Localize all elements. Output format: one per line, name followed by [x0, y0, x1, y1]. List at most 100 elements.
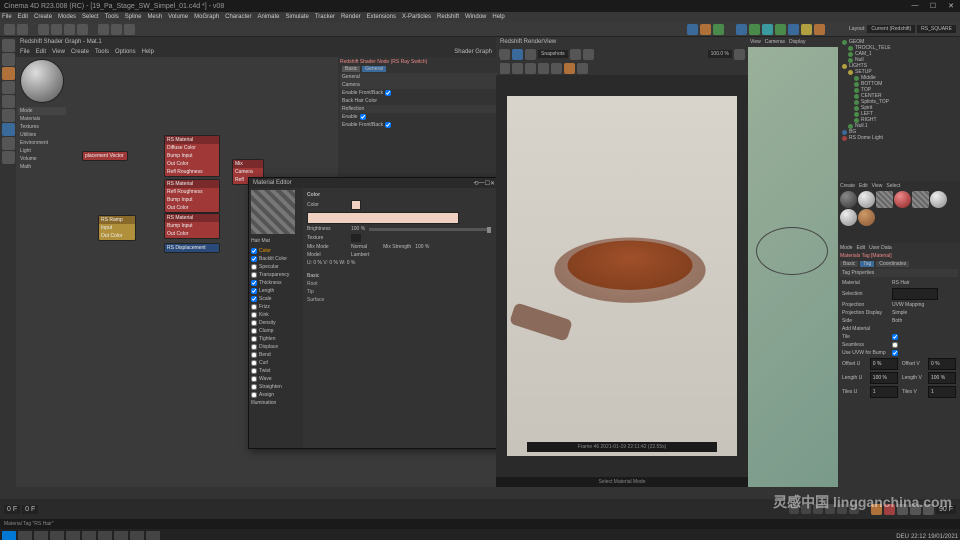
menu-edit[interactable]: Edit: [18, 14, 28, 20]
menu-volume[interactable]: Volume: [168, 14, 188, 20]
camera-icon[interactable]: [801, 24, 812, 35]
sg-menu-create[interactable]: Create: [71, 49, 89, 55]
chk-assign[interactable]: [251, 392, 257, 398]
taskbar-app6[interactable]: [114, 531, 128, 540]
timeline[interactable]: 0 F 0 F 90 F: [0, 487, 960, 519]
menu-create[interactable]: Create: [34, 14, 52, 20]
am-edit[interactable]: Edit: [857, 245, 866, 251]
lbl-thickness[interactable]: Thickness: [259, 280, 282, 286]
cat-textures[interactable]: Textures: [18, 123, 66, 131]
seamless-check[interactable]: [892, 342, 898, 348]
rv-ipr-icon[interactable]: [538, 63, 549, 74]
spline-primitive-icon[interactable]: [749, 24, 760, 35]
tileu-input[interactable]: [870, 386, 898, 398]
tilev-input[interactable]: [928, 386, 956, 398]
snap-icon[interactable]: [2, 151, 15, 164]
basic-tip[interactable]: Tip: [307, 288, 495, 296]
taskbar-app2[interactable]: [50, 531, 64, 540]
chk-twist[interactable]: [251, 368, 257, 374]
menu-file[interactable]: File: [2, 14, 12, 20]
basic-surface[interactable]: Surface: [307, 296, 495, 304]
chk-specular[interactable]: [251, 264, 257, 270]
offu-input[interactable]: [870, 358, 898, 370]
vp-menu-cameras[interactable]: Cameras: [765, 39, 785, 45]
lenv-input[interactable]: [928, 372, 956, 384]
rv-save-icon[interactable]: [583, 49, 594, 60]
menu-modes[interactable]: Modes: [58, 14, 76, 20]
cube-primitive-icon[interactable]: [736, 24, 747, 35]
move-tool-icon[interactable]: [51, 24, 62, 35]
chk-kink[interactable]: [251, 312, 257, 318]
chk-bend[interactable]: [251, 352, 257, 358]
cat-environment[interactable]: Environment: [18, 139, 66, 147]
chk-clump[interactable]: [251, 328, 257, 334]
perspective-viewport[interactable]: [748, 47, 838, 487]
rv-region-icon[interactable]: [512, 63, 523, 74]
lbl-transp[interactable]: Transparency: [259, 272, 289, 278]
rv-bucket-icon[interactable]: [525, 63, 536, 74]
chk-scale[interactable]: [251, 296, 257, 302]
vp-menu-view[interactable]: View: [750, 39, 761, 45]
close-button[interactable]: ✕: [946, 2, 956, 10]
tile-check[interactable]: [892, 334, 898, 340]
mat-ball-3[interactable]: [876, 191, 893, 208]
cat-volume[interactable]: Volume: [18, 155, 66, 163]
undo-icon[interactable]: [4, 24, 15, 35]
render-icon[interactable]: [687, 24, 698, 35]
color-gradient[interactable]: [307, 212, 459, 224]
rv-fit-icon[interactable]: [734, 49, 745, 60]
mat-ball-1[interactable]: [840, 191, 857, 208]
material-value[interactable]: RS Hair: [892, 280, 910, 286]
menu-tracker[interactable]: Tracker: [315, 14, 335, 20]
lbl-curl[interactable]: Curl: [259, 360, 268, 366]
mateditor-close-icon[interactable]: ✕: [490, 180, 495, 187]
poly-mode-icon[interactable]: [2, 109, 15, 122]
axis-mode-icon[interactable]: [2, 123, 15, 136]
mat-ball-4[interactable]: [894, 191, 911, 208]
menu-mograph[interactable]: MoGraph: [194, 14, 219, 20]
taskbar-app1[interactable]: [34, 531, 48, 540]
play-back-button[interactable]: [813, 504, 823, 514]
mat-ball-5[interactable]: [912, 191, 929, 208]
lbl-assign[interactable]: Assign: [259, 392, 274, 398]
lenu-input[interactable]: [870, 372, 898, 384]
side-value[interactable]: Both: [892, 318, 902, 324]
model-value[interactable]: Lambert: [351, 252, 369, 258]
key-scale-icon[interactable]: [923, 504, 934, 515]
redo-icon[interactable]: [17, 24, 28, 35]
sg-menu-tools[interactable]: Tools: [95, 49, 109, 55]
deformer-icon[interactable]: [775, 24, 786, 35]
menu-redshift[interactable]: Redshift: [437, 14, 459, 20]
mm-edit[interactable]: Edit: [859, 183, 868, 189]
rv-lock-icon[interactable]: [499, 49, 510, 60]
sg-menu-view[interactable]: View: [52, 49, 65, 55]
rotate-tool-icon[interactable]: [77, 24, 88, 35]
menu-mesh[interactable]: Mesh: [147, 14, 162, 20]
xaxis-icon[interactable]: [98, 24, 109, 35]
shadergraph-tab[interactable]: Redshift Shader Graph - Mat.1: [20, 39, 102, 45]
material-preview-sphere[interactable]: [20, 59, 64, 103]
node-rs-displacement[interactable]: RS Displacement: [164, 243, 220, 253]
prev-frame-button[interactable]: [801, 504, 811, 514]
taskbar-app8[interactable]: [146, 531, 160, 540]
chk-tighten[interactable]: [251, 336, 257, 342]
node-rs-ramp[interactable]: RS Ramp Input Out Color: [98, 215, 136, 241]
mat-ball-2[interactable]: [858, 191, 875, 208]
scale-tool-icon[interactable]: [64, 24, 75, 35]
lbl-frizz[interactable]: Frizz: [259, 304, 270, 310]
brightness-slider[interactable]: [369, 228, 489, 231]
mm-view[interactable]: View: [872, 183, 883, 189]
am-tab-tag[interactable]: Tag: [860, 261, 874, 267]
menu-window[interactable]: Window: [465, 14, 486, 20]
sg-menu-options[interactable]: Options: [115, 49, 136, 55]
lbl-illum[interactable]: Illumination: [251, 400, 276, 406]
am-mode[interactable]: Mode: [840, 245, 853, 251]
basic-hdr[interactable]: Basic: [307, 272, 495, 280]
search-field[interactable]: RS_SQUARE: [917, 25, 956, 33]
mm-create[interactable]: Create: [840, 183, 855, 189]
next-frame-button[interactable]: [837, 504, 847, 514]
rv-tonemap-icon[interactable]: [577, 63, 588, 74]
offv-input[interactable]: [928, 358, 956, 370]
projdisp-value[interactable]: Simple: [892, 310, 907, 316]
rv-zoom[interactable]: 100.0 %: [708, 50, 732, 58]
